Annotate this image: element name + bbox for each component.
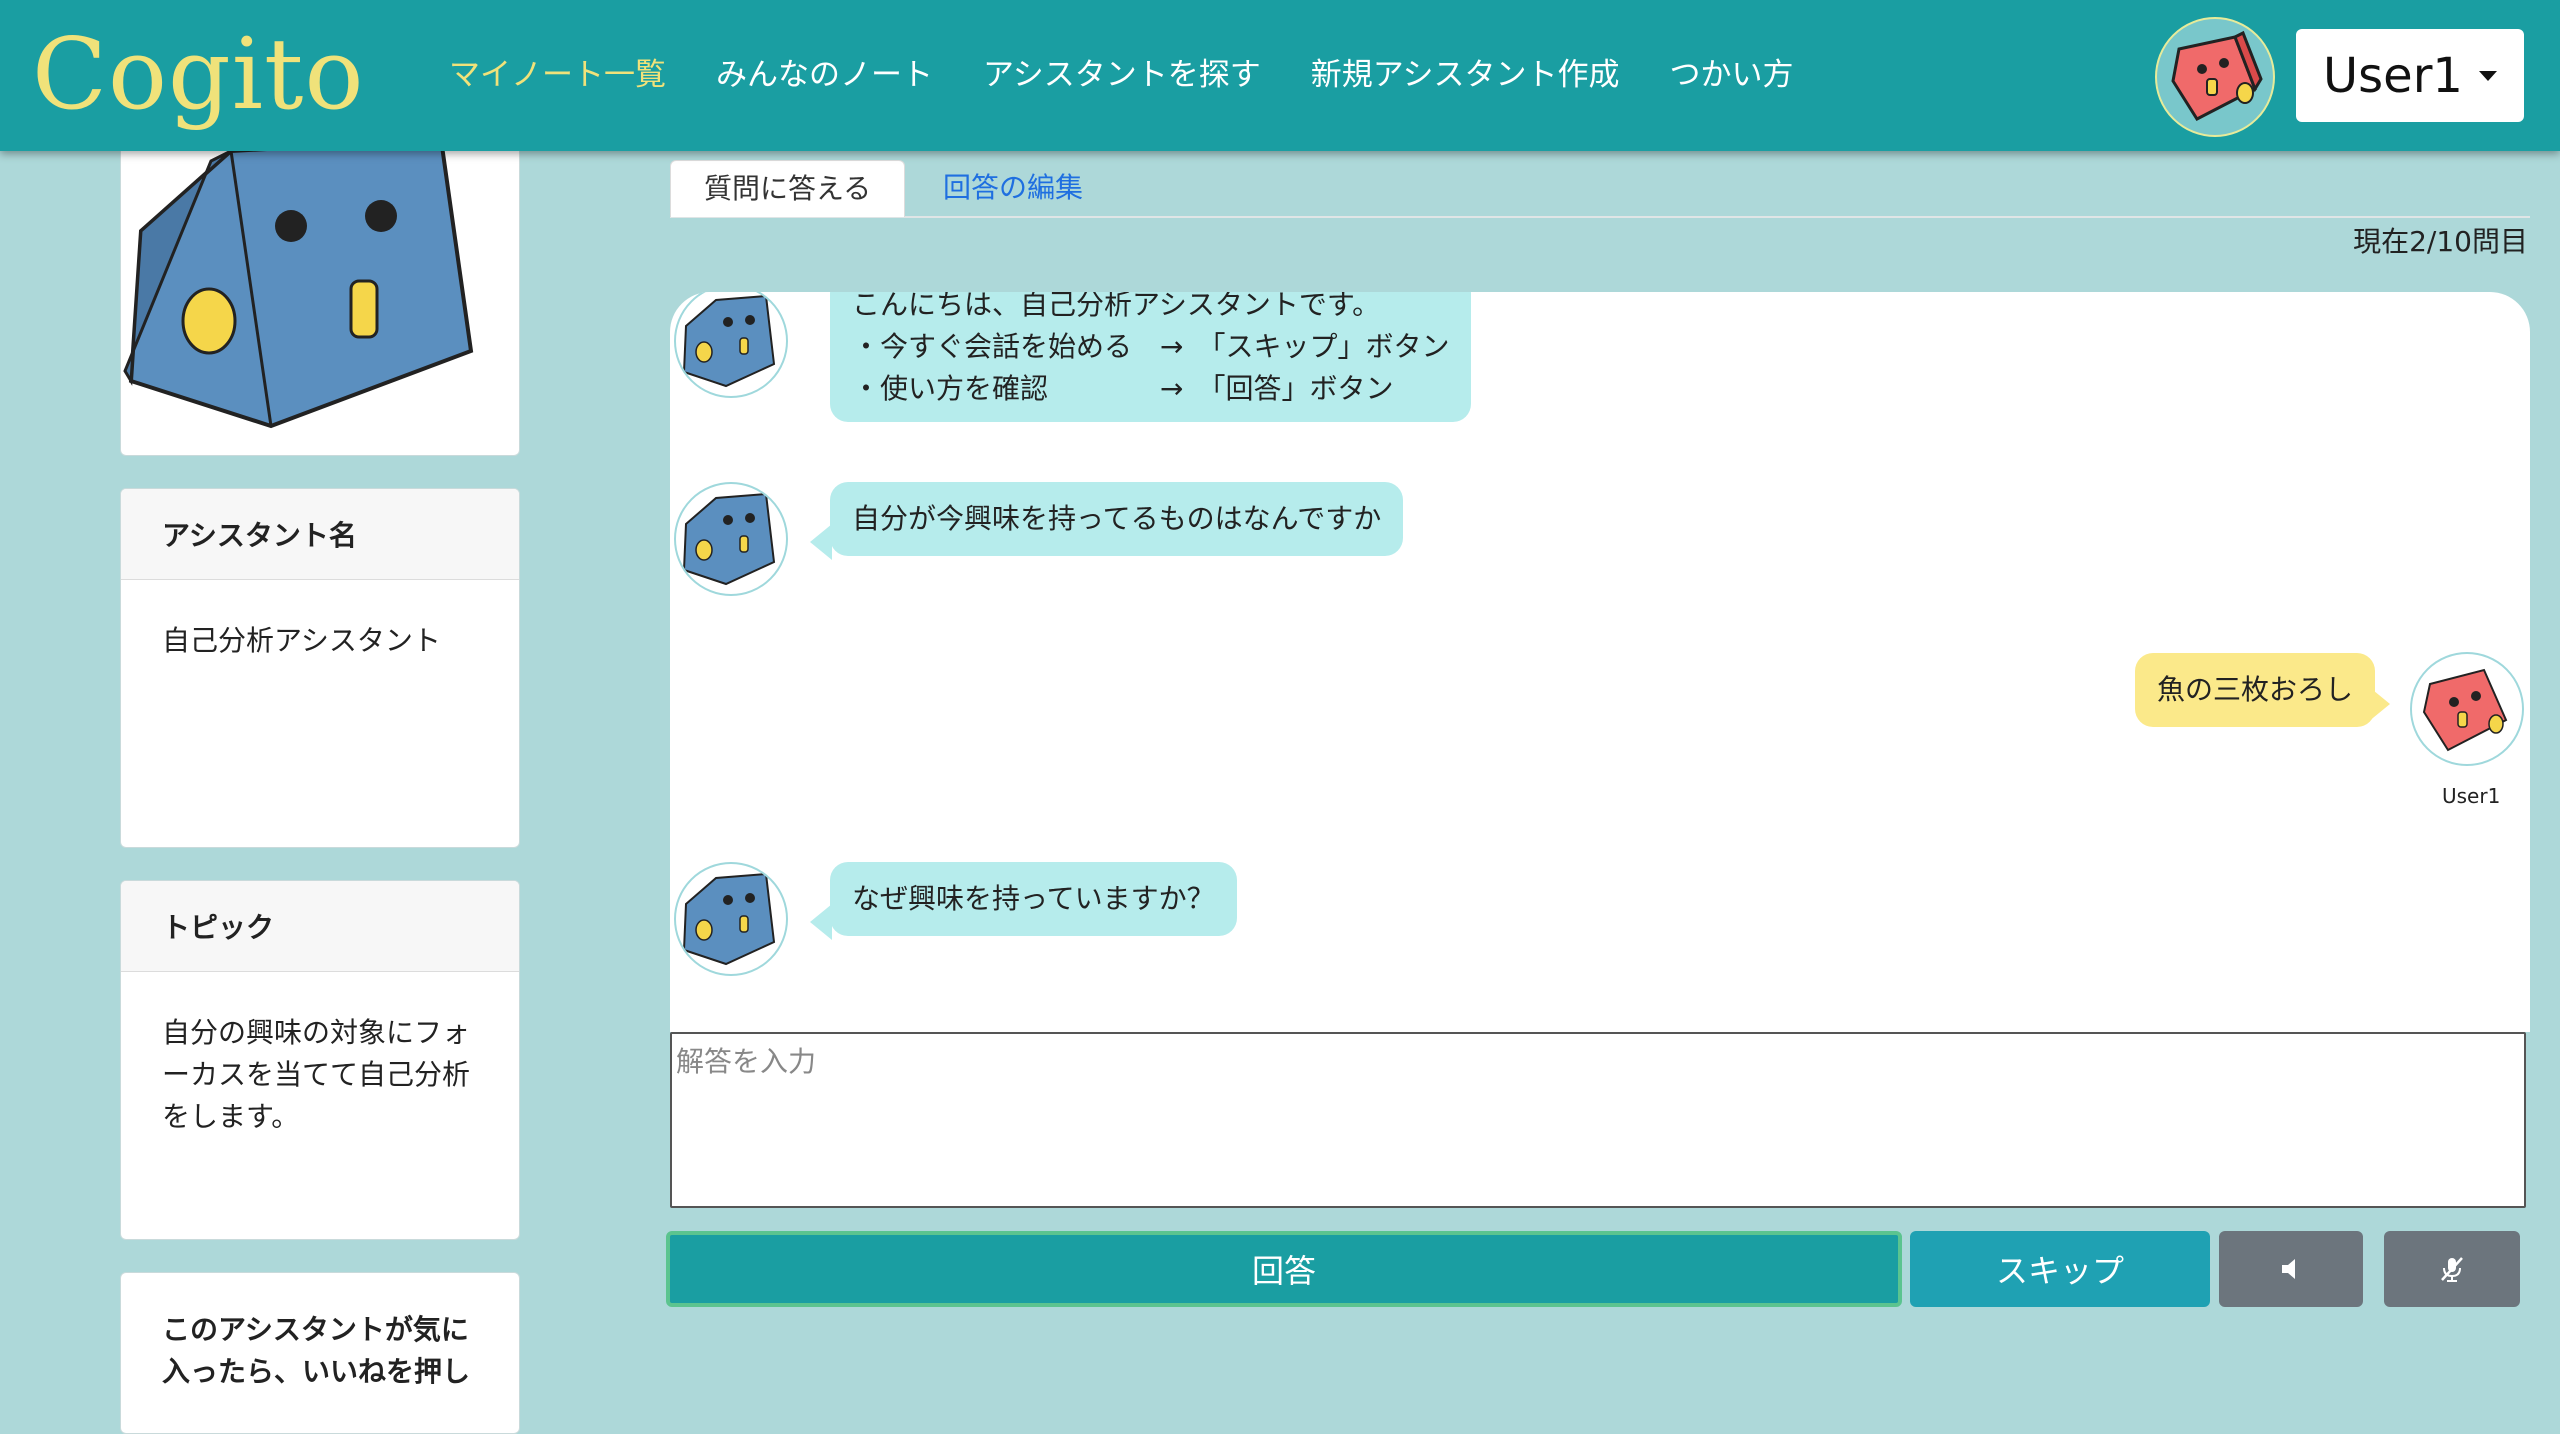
tab-bar: 質問に答える 回答の編集 <box>670 160 2530 218</box>
like-card: このアシスタントが気に入ったら、いいねを押し <box>120 1272 520 1434</box>
assistant-name-value: 自己分析アシスタント <box>162 624 441 657</box>
skip-button[interactable]: スキップ <box>1910 1231 2210 1307</box>
bubble-tail <box>2368 686 2390 722</box>
red-robot-icon <box>2171 30 2263 121</box>
question-progress: 現在2/10問目 <box>2353 225 2528 258</box>
assistant-image-card <box>120 120 520 456</box>
user-chat-avatar <box>2410 652 2524 766</box>
nav-everyone-notes[interactable]: みんなのノート <box>716 50 933 100</box>
user-avatar[interactable] <box>2155 17 2275 137</box>
nav-create-assistant[interactable]: 新規アシスタント作成 <box>1311 50 1620 100</box>
user-message-caption: User1 <box>2442 784 2501 808</box>
blue-robot-icon <box>123 136 474 429</box>
topic-title: トピック <box>121 881 519 972</box>
chat-area[interactable]: こんにちは、自己分析アシスタントです。 ・今すぐ会話を始める → 「スキップ」ボ… <box>670 292 2530 1032</box>
mic-off-icon <box>2441 1257 2463 1282</box>
like-prompt: このアシスタントが気に入ったら、いいねを押し <box>162 1313 471 1388</box>
tab-edit-answers[interactable]: 回答の編集 <box>910 160 1116 216</box>
bot-message: なぜ興味を持っていますか？ <box>830 862 1237 936</box>
bubble-tail <box>810 904 832 940</box>
nav-my-notes[interactable]: マイノート一覧 <box>449 50 666 100</box>
tab-answer-questions[interactable]: 質問に答える <box>670 160 906 217</box>
mic-button[interactable] <box>2384 1231 2520 1307</box>
bot-message: 自分が今興味を持ってるものはなんですか <box>830 482 1404 556</box>
bot-message: こんにちは、自己分析アシスタントです。 ・今すぐ会話を始める → 「スキップ」ボ… <box>830 292 1472 422</box>
nav-how-to-use[interactable]: つかい方 <box>1670 50 1794 100</box>
chevron-down-icon <box>2478 70 2497 81</box>
user-message: 魚の三枚おろし <box>2135 653 2376 727</box>
sound-button[interactable] <box>2219 1231 2363 1307</box>
assistant-name-title: アシスタント名 <box>121 489 519 580</box>
topic-value: 自分の興味の対象にフォーカスを当てて自己分析をします。 <box>162 1016 471 1133</box>
user-menu-dropdown[interactable]: User1 <box>2296 29 2524 122</box>
red-robot-icon <box>2422 668 2508 752</box>
nav-find-assistant[interactable]: アシスタントを探す <box>983 50 1261 100</box>
bot-avatar <box>674 862 788 976</box>
blue-robot-icon <box>682 872 776 966</box>
answer-input[interactable] <box>670 1032 2526 1208</box>
bot-avatar <box>674 292 788 398</box>
nav-links: マイノート一覧 みんなのノート アシスタントを探す 新規アシスタント作成 つかい… <box>449 50 1844 100</box>
user-name: User1 <box>2323 47 2463 104</box>
bot-avatar <box>674 482 788 596</box>
answer-button[interactable]: 回答 <box>666 1231 1902 1307</box>
assistant-name-card: アシスタント名 自己分析アシスタント <box>120 488 520 848</box>
navbar: Cogito マイノート一覧 みんなのノート アシスタントを探す 新規アシスタン… <box>0 0 2560 151</box>
topic-card: トピック 自分の興味の対象にフォーカスを当てて自己分析をします。 <box>120 880 520 1240</box>
speaker-icon <box>2282 1259 2295 1279</box>
bubble-tail <box>810 524 832 560</box>
brand-logo[interactable]: Cogito <box>32 10 364 140</box>
blue-robot-icon <box>682 492 776 586</box>
blue-robot-icon <box>682 294 776 388</box>
